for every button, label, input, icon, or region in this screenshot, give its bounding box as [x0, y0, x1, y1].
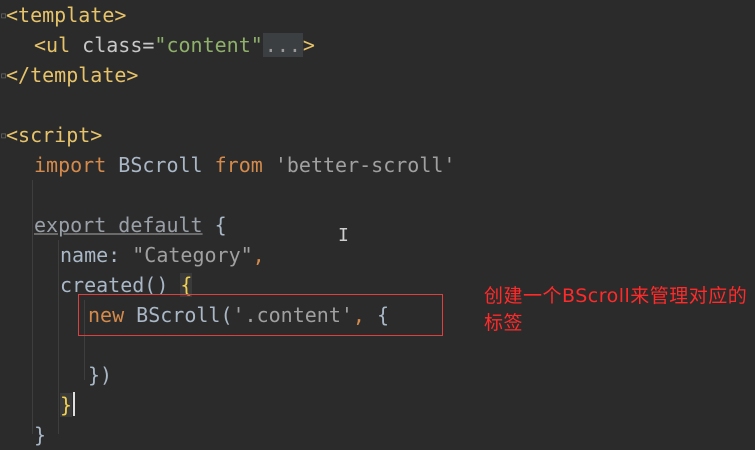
mouse-ibeam-cursor-icon: I	[338, 225, 349, 246]
code-line[interactable]: </template>	[6, 60, 138, 90]
fold-marker[interactable]: ▫	[0, 8, 7, 22]
code-token: })	[88, 363, 113, 387]
code-line[interactable]: <template>	[6, 0, 126, 30]
code-line[interactable]: import BScroll from 'better-scroll'	[34, 150, 455, 180]
code-token: class=	[82, 33, 155, 57]
code-line[interactable]: })	[88, 360, 112, 390]
indent-guide	[32, 180, 33, 434]
code-token: }	[34, 423, 47, 447]
code-line[interactable]: <ul class="content"... >	[34, 30, 315, 60]
code-token: {	[202, 213, 227, 237]
code-token: BScroll	[106, 153, 215, 177]
code-token: from	[214, 153, 263, 177]
text-caret	[73, 392, 75, 416]
code-token: import	[34, 153, 107, 177]
annotation-note: 创建一个BScroll来管理对应的标签	[484, 285, 748, 334]
code-line[interactable]: export default {	[34, 210, 227, 240]
code-token: }	[60, 393, 73, 417]
code-token: export default	[34, 213, 203, 237]
code-token: 'better-scroll'	[262, 153, 456, 177]
code-token: >	[302, 33, 315, 57]
code-editor[interactable]: ▫ ▫ ▫ <template> <ul class="content"... > <…	[0, 0, 755, 447]
code-token: <script>	[6, 123, 103, 147]
code-line[interactable]: }	[34, 420, 46, 450]
code-token: ,	[252, 243, 265, 267]
code-line[interactable]: name: "Category",	[60, 240, 265, 270]
code-line[interactable]: }	[60, 390, 73, 420]
code-token: "content"	[154, 33, 263, 57]
code-token: </template>	[6, 63, 139, 87]
indent-guide	[58, 240, 59, 434]
code-token: name:	[60, 243, 133, 267]
highlight-box	[78, 294, 443, 336]
code-token: <ul	[34, 33, 83, 57]
folded-code-ellipsis[interactable]: ...	[262, 33, 303, 57]
code-token: <template>	[6, 3, 127, 27]
fold-marker[interactable]: ▫	[0, 68, 7, 82]
code-token: "Category"	[132, 243, 253, 267]
code-line[interactable]: <script>	[6, 120, 102, 150]
fold-marker[interactable]: ▫	[0, 128, 7, 142]
